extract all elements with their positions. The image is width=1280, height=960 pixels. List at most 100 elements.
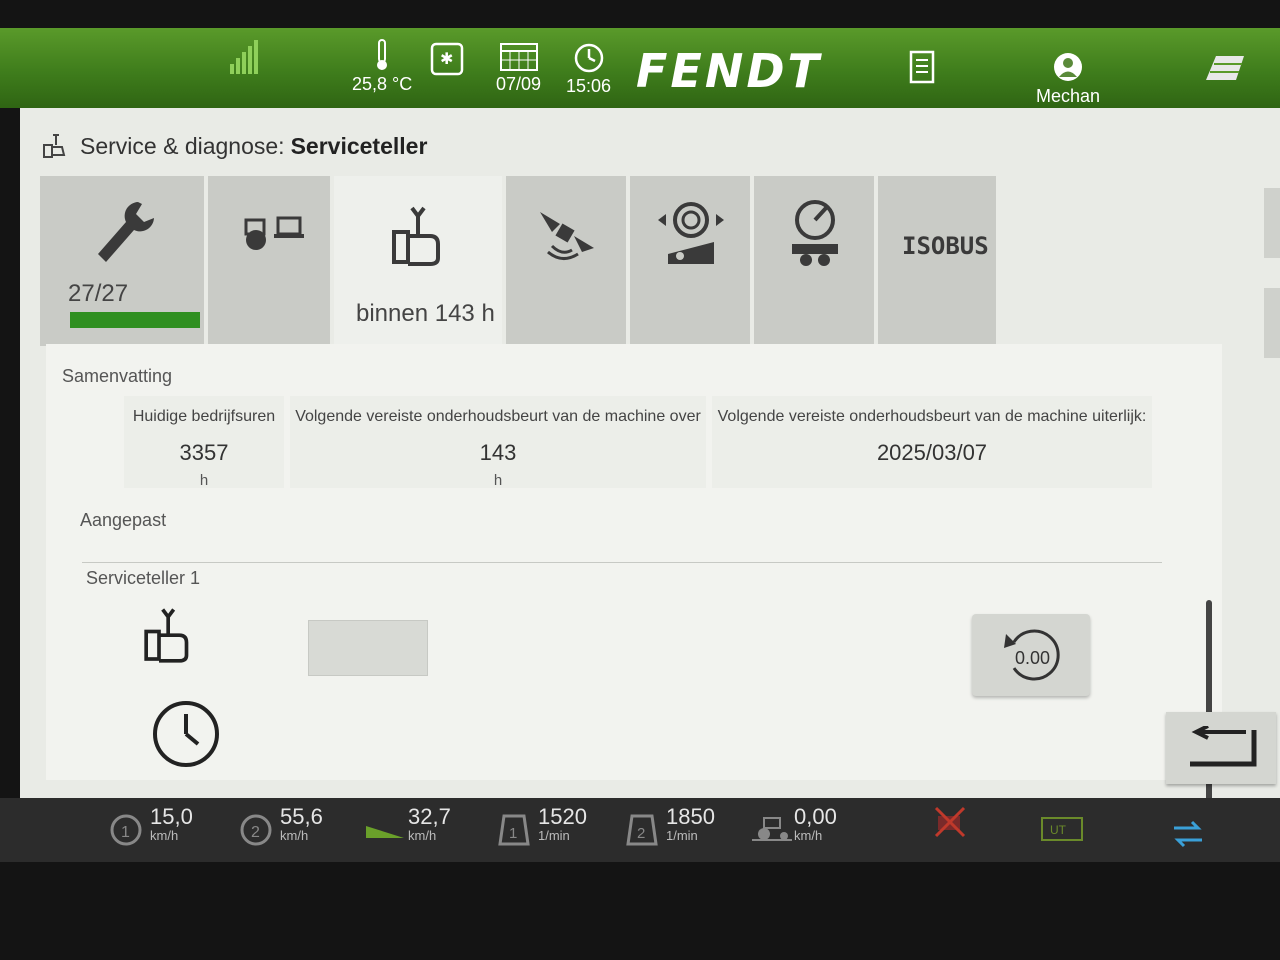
implement-disabled-icon[interactable]: [932, 806, 968, 838]
adjusted-title: Aangepast: [80, 510, 167, 530]
service-hand-icon: [43, 134, 66, 158]
reset-value: 0.00: [1015, 648, 1051, 668]
tab-trailer-brake[interactable]: [754, 176, 876, 346]
speed-2-value: 55,6: [280, 804, 323, 829]
operating-hours-value: 3357: [179, 440, 229, 465]
svg-text:✱: ✱: [440, 49, 453, 68]
side-tab-lower[interactable]: [1264, 288, 1280, 358]
tab-diagnose[interactable]: [208, 176, 332, 346]
field-menu-icon[interactable]: [1202, 52, 1246, 86]
reset-counter-button[interactable]: 0.00: [972, 614, 1090, 696]
next-service-by-value: 2025/03/07: [876, 440, 988, 465]
speed-3-unit: km/h: [408, 828, 437, 843]
rpm-2-value: 1850: [666, 804, 715, 829]
satellite-icon: [540, 212, 594, 260]
next-service-in-label: Volgende vereiste onderhoudsbeurt van de…: [295, 408, 701, 425]
counter-title: Serviceteller 1: [86, 568, 201, 588]
user-avatar-icon: [1054, 53, 1083, 81]
next-service-in-value: 143: [479, 440, 517, 465]
rpm-1-value: 1520: [538, 804, 587, 829]
temperature-value: 25,8 °C: [352, 74, 413, 94]
tab-gps[interactable]: [506, 176, 628, 346]
next-service-in-cell: Volgende vereiste onderhoudsbeurt van de…: [290, 396, 706, 489]
side-tab-upper[interactable]: [1264, 188, 1280, 258]
ground-speed-unit: km/h: [794, 828, 823, 843]
service-hand-icon: [392, 206, 440, 266]
engine-rpm-2-icon: 2: [626, 814, 658, 846]
speed-1-readout: 15,0 km/h: [150, 804, 193, 843]
universal-terminal-icon[interactable]: UT: [1040, 816, 1084, 846]
trailer-gauge-icon: [792, 200, 838, 266]
ground-speed-value: 0,00: [794, 804, 837, 829]
tractor-laptop-icon: [244, 216, 304, 250]
temperature-status: 25,8 °C: [352, 38, 412, 95]
service-progress-bar: [70, 312, 200, 328]
back-button[interactable]: [1166, 712, 1276, 784]
svg-text:1: 1: [121, 824, 130, 841]
operating-hours-label: Huidige bedrijfsuren: [132, 408, 276, 425]
speed-1-value: 15,0: [150, 804, 193, 829]
clock-icon: [153, 701, 219, 767]
speed-3-value: 32,7: [408, 804, 451, 829]
service-count: 27/27: [68, 280, 129, 307]
ground-speed-readout: 0,00 km/h: [794, 804, 837, 843]
rpm-2-unit: 1/min: [666, 828, 698, 843]
speed-1-unit: km/h: [150, 828, 179, 843]
svg-text:1: 1: [509, 825, 517, 842]
cruise-speed-icon: [366, 826, 404, 838]
rpm-1-unit: 1/min: [538, 828, 570, 843]
time-status: 15:06: [566, 42, 611, 97]
date-value: 07/09: [496, 74, 542, 94]
top-status-bar: 25,8 °C ✱ 07/09 15:06 FENDT Mechan: [0, 28, 1280, 108]
speed-3-readout: 32,7 km/h: [408, 804, 451, 843]
main-screen: Service & diagnose: Serviceteller 27/27 …: [20, 108, 1280, 820]
thermometer-icon: [377, 39, 388, 70]
svg-text:UT: UT: [1050, 823, 1067, 837]
next-service-by-cell: Volgende vereiste onderhoudsbeurt van de…: [712, 396, 1152, 488]
speed-2-unit: km/h: [280, 828, 309, 843]
tab-isobus[interactable]: ISOBUS: [878, 176, 998, 346]
document-icon[interactable]: [908, 50, 936, 84]
isobus-logo: ISOBUS: [902, 232, 989, 260]
speed-gear-1-icon: 1: [110, 814, 142, 846]
page-header: Service & diagnose: Serviceteller: [40, 126, 427, 166]
tyre-pressure-icon: [658, 202, 724, 264]
switch-view-icon[interactable]: [1170, 820, 1206, 848]
next-service-in-unit: h: [493, 472, 503, 489]
climate-control-icon[interactable]: ✱: [430, 42, 468, 78]
date-status: 07/09: [496, 42, 541, 95]
tab-service[interactable]: 27/27: [40, 176, 206, 346]
scrollbar[interactable]: [1206, 600, 1212, 820]
back-arrow-icon: [1190, 726, 1257, 767]
speed-2-readout: 55,6 km/h: [280, 804, 323, 843]
serviceteller-remaining: binnen 143 h: [356, 300, 495, 327]
counter-interval-input[interactable]: [308, 620, 428, 676]
page-title: Serviceteller: [290, 132, 428, 159]
time-value: 15:06: [566, 76, 612, 96]
summary-panel: Samenvatting Huidige bedrijfsuren 3357 h…: [46, 344, 1222, 820]
bottom-status-bar: 1 15,0 km/h 2 55,6 km/h 32,7 km/h 1 1520…: [0, 798, 1280, 862]
rpm-2-readout: 1850 1/min: [666, 804, 715, 843]
breadcrumb-section: Service & diagnose:: [80, 132, 285, 159]
operating-hours-cell: Huidige bedrijfsuren 3357 h: [124, 396, 284, 489]
svg-text:2: 2: [637, 825, 645, 842]
speed-gear-2-icon: 2: [240, 814, 272, 846]
svg-text:2: 2: [251, 824, 260, 841]
summary-title: Samenvatting: [62, 366, 173, 386]
tab-tyre-pressure[interactable]: [630, 176, 752, 346]
clock-icon: [574, 43, 603, 73]
tab-serviceteller[interactable]: binnen 143 h: [334, 176, 504, 346]
operating-hours-unit: h: [199, 472, 209, 489]
next-service-by-label: Volgende vereiste onderhoudsbeurt van de…: [717, 408, 1147, 425]
service-hand-icon: [144, 608, 189, 663]
tractor-speed-icon: [752, 817, 792, 841]
user-profile[interactable]: Mechan: [1036, 50, 1100, 107]
brand-logo: FENDT: [636, 44, 822, 98]
wrench-icon: [98, 202, 154, 262]
rpm-1-readout: 1520 1/min: [538, 804, 587, 843]
calendar-icon: [499, 43, 538, 71]
engine-rpm-1-icon: 1: [498, 814, 530, 846]
section-divider: [82, 562, 1162, 563]
user-name: Mechan: [1036, 86, 1101, 106]
signal-strength-icon: [222, 38, 266, 78]
